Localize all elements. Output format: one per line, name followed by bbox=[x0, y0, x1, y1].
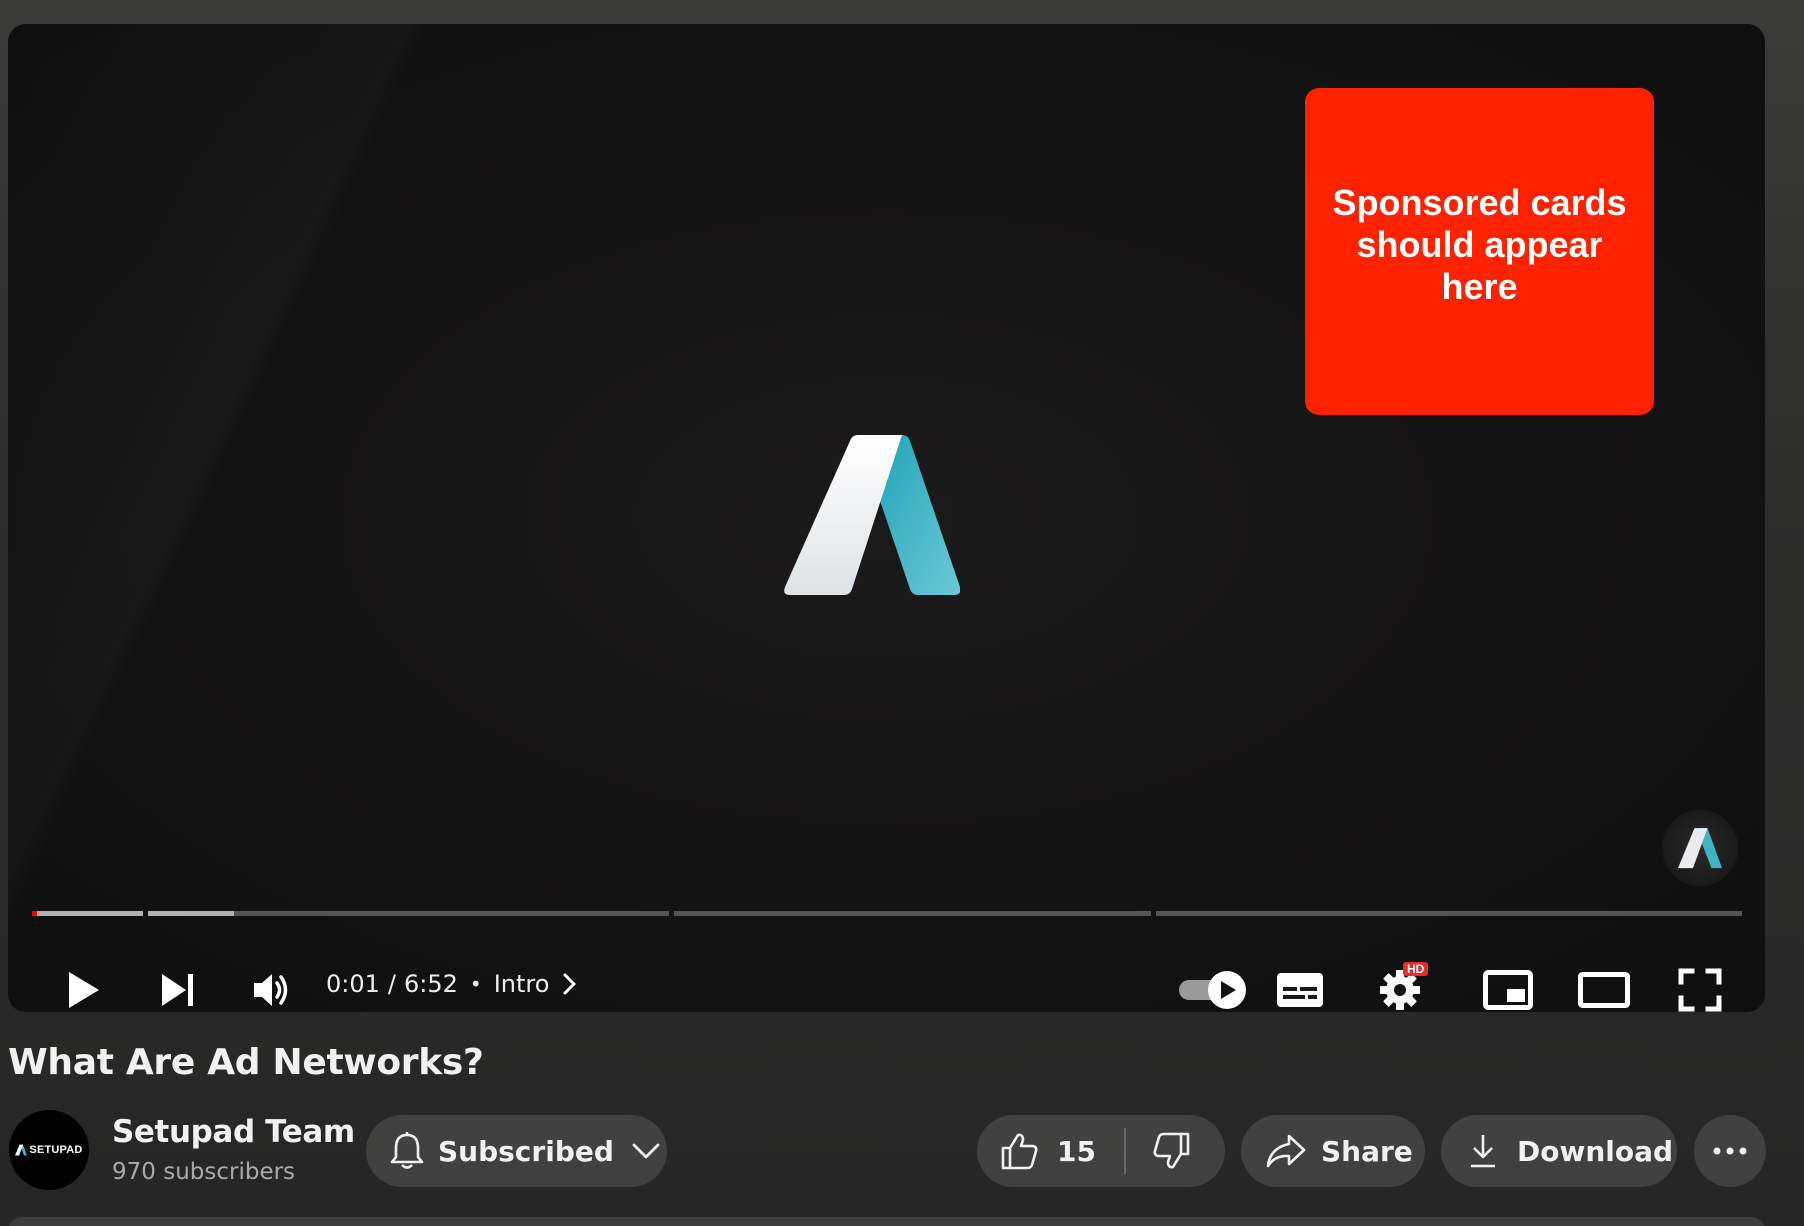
next-button[interactable] bbox=[152, 964, 204, 1012]
settings-button[interactable]: HD bbox=[1370, 962, 1430, 1012]
chapter-title-button[interactable]: Intro bbox=[494, 970, 580, 998]
subscribed-button[interactable]: Subscribed bbox=[366, 1115, 667, 1187]
setupad-logo-icon bbox=[784, 435, 960, 595]
like-count: 15 bbox=[1057, 1134, 1096, 1168]
description-box[interactable] bbox=[8, 1217, 1765, 1226]
subscriber-count: 970 subscribers bbox=[112, 1159, 296, 1185]
chevron-down-icon bbox=[632, 1143, 660, 1159]
download-button[interactable]: Download bbox=[1441, 1115, 1677, 1187]
more-actions-button[interactable] bbox=[1694, 1115, 1766, 1187]
play-icon bbox=[69, 972, 99, 1008]
dislike-button[interactable] bbox=[1126, 1115, 1192, 1187]
watch-page: Sponsored cards should appear here 0:01 … bbox=[0, 0, 1804, 1226]
fullscreen-icon bbox=[1678, 968, 1722, 1012]
chapter-segment[interactable] bbox=[32, 911, 143, 916]
sponsored-card-placeholder: Sponsored cards should appear here bbox=[1305, 88, 1654, 415]
chapter-dot: • bbox=[469, 972, 482, 996]
total-time: 6:52 bbox=[404, 970, 458, 998]
chapter-title: Intro bbox=[493, 970, 550, 998]
sponsored-card-text: Sponsored cards should appear here bbox=[1332, 181, 1627, 307]
autoplay-toggle[interactable] bbox=[1174, 966, 1252, 1012]
time-display: 0:01 / 6:52 • Intro bbox=[326, 970, 579, 998]
share-arrow-icon bbox=[1266, 1134, 1306, 1168]
chevron-right-icon bbox=[563, 973, 576, 995]
channel-avatar[interactable]: SETUPAD bbox=[9, 1110, 89, 1190]
theater-mode-button[interactable] bbox=[1572, 966, 1636, 1012]
chapter-segment[interactable] bbox=[1156, 911, 1742, 916]
theater-mode-icon bbox=[1578, 972, 1630, 1008]
setupad-avatar-logo-icon bbox=[15, 1144, 28, 1156]
download-label: Download bbox=[1517, 1134, 1674, 1168]
subtitles-icon bbox=[1277, 973, 1323, 1007]
fullscreen-button[interactable] bbox=[1670, 964, 1730, 1012]
progress-bar[interactable] bbox=[32, 911, 1742, 916]
hd-badge: HD bbox=[1403, 962, 1429, 976]
subtitles-button[interactable] bbox=[1270, 966, 1330, 1012]
progress-played bbox=[32, 911, 37, 916]
thumbs-down-icon bbox=[1153, 1132, 1190, 1169]
like-button[interactable]: 15 bbox=[977, 1115, 1096, 1187]
avatar-text: SETUPAD bbox=[29, 1144, 83, 1156]
play-button[interactable] bbox=[58, 964, 110, 1012]
video-title: What Are Ad Networks? bbox=[8, 1042, 484, 1083]
volume-icon bbox=[254, 974, 288, 1006]
subscribed-label: Subscribed bbox=[438, 1134, 614, 1168]
setupad-watermark-icon bbox=[1678, 828, 1722, 869]
more-icon bbox=[1713, 1147, 1747, 1155]
mute-button[interactable] bbox=[246, 964, 298, 1012]
share-button[interactable]: Share bbox=[1241, 1115, 1425, 1187]
like-dislike-segment: 15 bbox=[977, 1115, 1225, 1187]
next-icon bbox=[162, 974, 193, 1006]
miniplayer-icon bbox=[1483, 970, 1533, 1010]
bell-icon bbox=[390, 1132, 424, 1169]
miniplayer-button[interactable] bbox=[1478, 966, 1538, 1012]
download-icon bbox=[1471, 1135, 1495, 1168]
chapter-segment[interactable] bbox=[674, 911, 1151, 916]
time-separator: / bbox=[387, 970, 396, 998]
channel-name-link[interactable]: Setupad Team bbox=[112, 1114, 355, 1150]
chapter-segment[interactable] bbox=[148, 911, 669, 916]
thumbs-up-icon bbox=[1001, 1133, 1038, 1170]
autoplay-toggle-icon bbox=[1179, 971, 1246, 1009]
video-player[interactable]: Sponsored cards should appear here 0:01 … bbox=[8, 24, 1765, 1012]
channel-watermark[interactable] bbox=[1662, 810, 1738, 886]
share-label: Share bbox=[1321, 1134, 1413, 1168]
current-time: 0:01 bbox=[326, 970, 380, 998]
